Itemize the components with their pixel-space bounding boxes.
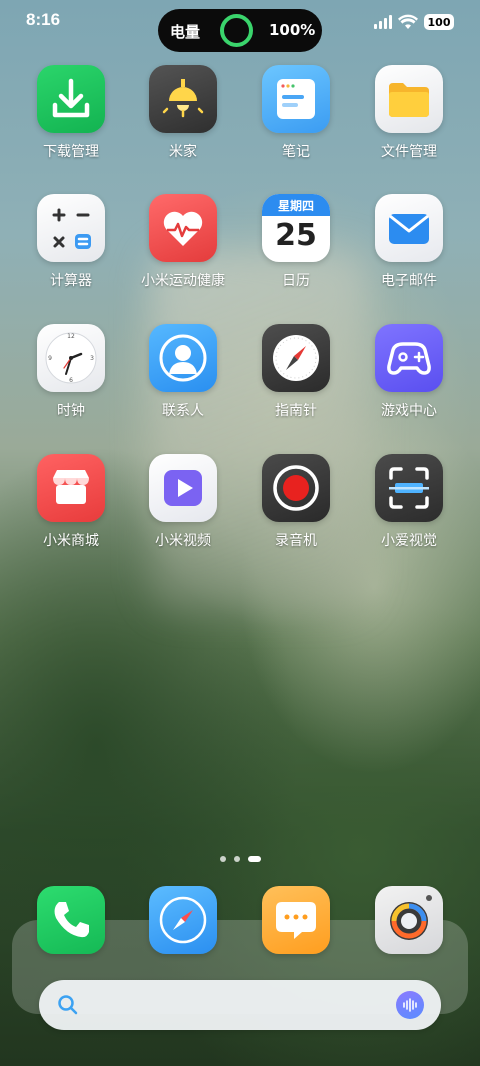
calendar-day: 25	[275, 218, 317, 253]
scan-icon	[375, 454, 443, 522]
app-file-manager[interactable]: 文件管理	[361, 65, 457, 175]
calendar-weekday: 星期四	[277, 199, 314, 213]
cellular-signal-icon	[374, 15, 392, 29]
svg-text:9: 9	[48, 355, 52, 362]
app-mi-store[interactable]: 小米商城	[23, 454, 119, 564]
battery-ring-icon	[220, 14, 253, 47]
app-label: 小米运动健康	[141, 273, 225, 289]
app-mijia[interactable]: 米家	[135, 65, 231, 175]
status-bar: 8:16 电量 100% 100	[0, 0, 480, 52]
compass-icon	[262, 324, 330, 392]
lamp-icon	[149, 65, 217, 133]
battery-island[interactable]: 电量 100%	[158, 9, 322, 52]
search-bar[interactable]	[39, 980, 441, 1030]
page-dot[interactable]	[234, 856, 240, 862]
app-label: 小米商城	[43, 533, 99, 549]
heart-icon	[149, 194, 217, 262]
app-clock[interactable]: 12 3 6 9 时钟	[23, 324, 119, 434]
record-icon	[262, 454, 330, 522]
app-label: 游戏中心	[381, 403, 437, 419]
app-label: 联系人	[162, 403, 204, 419]
page-dot[interactable]	[220, 856, 226, 862]
calendar-icon: 星期四 25	[262, 194, 330, 262]
app-label: 计算器	[50, 273, 92, 289]
battery-island-label: 电量	[170, 23, 201, 41]
battery-island-value: 100%	[269, 21, 316, 39]
app-mi-fitness[interactable]: 小米运动健康	[135, 194, 231, 304]
app-notes[interactable]: 笔记	[248, 65, 344, 175]
app-label: 米家	[169, 144, 197, 160]
app-label: 录音机	[275, 533, 317, 549]
app-download-manager[interactable]: 下载管理	[23, 65, 119, 175]
app-label: 时钟	[57, 403, 85, 419]
app-label: 电子邮件	[381, 273, 437, 289]
app-game-center[interactable]: 游戏中心	[361, 324, 457, 434]
app-email[interactable]: 电子邮件	[361, 194, 457, 304]
app-compass[interactable]: 指南针	[248, 324, 344, 434]
app-label: 小米视频	[155, 533, 211, 549]
store-icon	[37, 454, 105, 522]
app-calendar[interactable]: 星期四 25 日历	[248, 194, 344, 304]
page-dot-active[interactable]	[248, 856, 261, 862]
clock-icon: 12 3 6 9	[37, 324, 105, 392]
mail-icon	[375, 194, 443, 262]
svg-text:3: 3	[90, 355, 94, 362]
camera-icon[interactable]	[375, 886, 443, 954]
status-icons: 100	[374, 12, 454, 32]
page-indicator[interactable]	[220, 856, 261, 862]
play-icon	[149, 454, 217, 522]
battery-icon: 100	[424, 14, 454, 30]
app-contacts[interactable]: 联系人	[135, 324, 231, 434]
app-label: 日历	[282, 273, 310, 289]
notes-icon	[262, 65, 330, 133]
app-calculator[interactable]: 计算器	[23, 194, 119, 304]
app-label: 小爱视觉	[381, 533, 437, 549]
app-mi-video[interactable]: 小米视频	[135, 454, 231, 564]
app-label: 下载管理	[43, 144, 99, 160]
app-label: 笔记	[282, 144, 310, 160]
download-icon	[37, 65, 105, 133]
app-label: 指南针	[275, 403, 317, 419]
svg-text:12: 12	[67, 333, 75, 340]
voice-assistant-icon[interactable]	[396, 991, 424, 1019]
folder-icon	[375, 65, 443, 133]
app-xiaoai-vision[interactable]: 小爱视觉	[361, 454, 457, 564]
status-time: 8:16	[26, 10, 61, 29]
contact-icon	[149, 324, 217, 392]
messages-icon[interactable]	[262, 886, 330, 954]
browser-icon[interactable]	[149, 886, 217, 954]
wifi-icon	[398, 14, 418, 29]
app-label: 文件管理	[381, 144, 437, 160]
svg-text:6: 6	[69, 377, 73, 384]
phone-icon[interactable]	[37, 886, 105, 954]
gamepad-icon	[375, 324, 443, 392]
app-recorder[interactable]: 录音机	[248, 454, 344, 564]
search-icon	[58, 995, 78, 1015]
calculator-icon	[37, 194, 105, 262]
